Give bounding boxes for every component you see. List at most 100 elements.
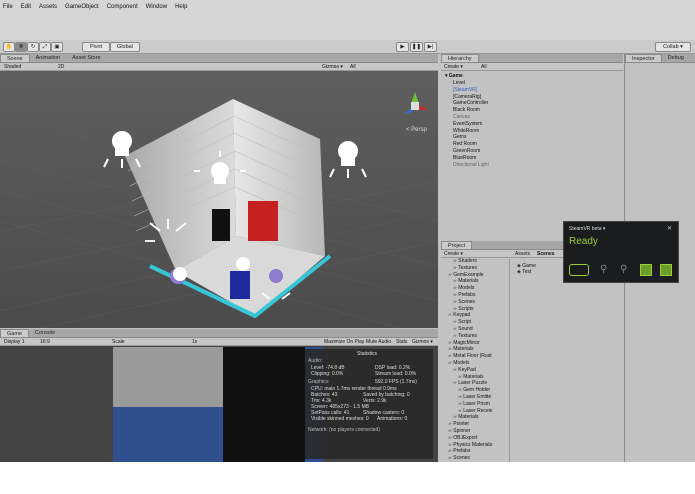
hierarchy-search-input[interactable]: All	[481, 64, 487, 70]
project-folder-item[interactable]: ▰ Prefabs	[453, 292, 475, 298]
project-folder-item[interactable]: ▰ Prefabs	[448, 448, 470, 454]
hierarchy-item[interactable]: [CameraRig]	[453, 94, 481, 100]
tab-animation[interactable]: Animation	[30, 54, 66, 62]
hierarchy-scene-root[interactable]: ▾ Game	[445, 73, 463, 79]
project-folder-item[interactable]: ▰ KeyPad	[453, 367, 476, 373]
project-folder-item[interactable]: ▰ Script	[453, 319, 471, 325]
hierarchy-item[interactable]: Level	[453, 80, 465, 86]
project-folder-item[interactable]: ▰ MagicMirror	[448, 340, 480, 346]
project-folder-item[interactable]: ▰ Metal Floor (Rust	[448, 353, 492, 359]
menu-component[interactable]: Component	[107, 4, 138, 10]
2d-toggle[interactable]: 2D	[58, 64, 64, 70]
project-folder-item[interactable]: ▰ Spinner	[448, 428, 470, 434]
project-folder-item[interactable]: ▰ Materials	[453, 414, 479, 420]
menu-gameobject[interactable]: GameObject	[65, 4, 99, 10]
tab-scene[interactable]: Scene	[0, 54, 30, 62]
maximize-on-play-toggle[interactable]: Maximize On Play	[324, 339, 364, 345]
folder-label: Textures	[458, 264, 478, 271]
scale-tool-button[interactable]: ⤢	[39, 42, 51, 52]
project-folder-item[interactable]: ▰ Gem Holder	[458, 387, 490, 393]
project-folder-item[interactable]: ▰ Laser Prism	[458, 401, 490, 407]
hierarchy-item[interactable]: [SteamVR]	[453, 87, 477, 93]
menu-edit[interactable]: Edit	[21, 4, 31, 10]
tab-asset-store[interactable]: Asset Store	[66, 54, 106, 62]
project-folder-item[interactable]: ▰ Scenes	[453, 299, 475, 305]
hierarchy-item[interactable]: WhiteRoom	[453, 128, 479, 134]
project-folder-item[interactable]: ▰ Models	[448, 360, 469, 366]
scene-gizmos-dropdown[interactable]: Gizmos ▾	[322, 64, 343, 70]
project-create-button[interactable]: Create ▾	[444, 251, 463, 257]
tab-hierarchy[interactable]: Hierarchy	[441, 54, 479, 62]
hierarchy-item[interactable]: GreenRoom	[453, 148, 480, 154]
tab-inspector[interactable]: Inspector	[625, 54, 662, 62]
hierarchy-item[interactable]: Canvas	[453, 114, 470, 120]
rect-tool-button[interactable]: ▣	[51, 42, 63, 52]
hierarchy-item[interactable]: Black Room	[453, 107, 480, 113]
menu-file[interactable]: File	[3, 4, 13, 10]
step-button[interactable]: ▶|	[424, 42, 437, 52]
project-folder-item[interactable]: ▰ Textures	[453, 265, 477, 271]
display-dropdown[interactable]: Display 1	[4, 339, 25, 345]
aspect-dropdown[interactable]: 16:9	[40, 339, 50, 345]
step-icon: ▶|	[427, 44, 434, 50]
tab-project[interactable]: Project	[441, 241, 473, 249]
folder-label: Materials	[453, 346, 474, 353]
rotate-tool-button[interactable]: ↻	[27, 42, 39, 52]
shading-mode-dropdown[interactable]: Shaded	[4, 64, 21, 70]
game-controls: Display 1 16:9 Scale 1x Maximize On Play…	[0, 338, 438, 346]
project-folder-item[interactable]: ▰ Materials	[448, 346, 474, 352]
steamvr-close-icon[interactable]: ✕	[667, 225, 672, 232]
menu-window[interactable]: Window	[146, 4, 167, 10]
folder-label: Script	[458, 319, 472, 326]
project-folder-item[interactable]: ▰ Materials	[453, 278, 479, 284]
stats-toggle[interactable]: Stats	[396, 339, 407, 345]
scene-viewport[interactable]: < Persp	[0, 71, 438, 328]
tab-console[interactable]: Console	[29, 329, 61, 337]
project-folder-item[interactable]: ▰ Pointer	[448, 421, 469, 427]
game-gizmos-dropdown[interactable]: Gizmos ▾	[412, 339, 433, 345]
project-folder-item[interactable]: ▰ Scripts	[453, 306, 474, 312]
project-folder-item[interactable]: ▰ Sound	[453, 326, 473, 332]
stats-fps: 592.0 FPS (1.7ms)	[375, 379, 417, 385]
project-folder-item[interactable]: ▰ Physics Materials	[448, 442, 492, 448]
menu-assets[interactable]: Assets	[39, 4, 57, 10]
breadcrumb-root[interactable]: Assets	[515, 251, 530, 257]
hierarchy-item[interactable]: Gems	[453, 134, 466, 140]
steamvr-title[interactable]: SteamVR beta ▾	[569, 226, 605, 232]
play-button[interactable]: ▶	[396, 42, 409, 52]
project-folder-item[interactable]: ▰ Laser Receiv	[458, 408, 492, 414]
tab-game[interactable]: Game	[0, 329, 29, 337]
hierarchy-item[interactable]: BlueRoom	[453, 155, 476, 161]
pause-button[interactable]: ❚❚	[410, 42, 423, 52]
mute-audio-toggle[interactable]: Mute Audio	[366, 339, 391, 345]
project-folder-item[interactable]: ▰ Shaders	[453, 258, 477, 264]
game-tabbar: Game Console	[0, 329, 438, 338]
project-folder-item[interactable]: ▰ Materials	[458, 374, 484, 380]
persp-label[interactable]: < Persp	[406, 127, 428, 133]
project-folder-item[interactable]: ▰ Keypad	[448, 312, 470, 318]
hand-tool-button[interactable]: ✋	[3, 42, 15, 52]
project-folder-item[interactable]: ▰ Models	[453, 285, 474, 291]
hierarchy-create-button[interactable]: Create ▾	[444, 64, 463, 70]
project-folder-item[interactable]: ▰ Textures	[453, 333, 477, 339]
base-station-1-icon	[640, 264, 652, 276]
project-folder-item[interactable]: ▰ GemExample	[448, 272, 484, 278]
hierarchy-item[interactable]: Directional Light	[453, 162, 489, 168]
scene-search-input[interactable]: All	[350, 64, 356, 70]
pivot-toggle[interactable]: Pivot	[82, 42, 110, 52]
global-toggle[interactable]: Global	[110, 42, 140, 52]
project-folder-item[interactable]: ▰ Laser Emitte	[458, 394, 491, 400]
tab-debug[interactable]: Debug	[662, 54, 690, 62]
hierarchy-item[interactable]: GameController	[453, 100, 488, 106]
project-folder-item[interactable]: ▰ Laser Puzzle	[453, 380, 487, 386]
menu-help[interactable]: Help	[175, 4, 187, 10]
hierarchy-item[interactable]: Red Room	[453, 141, 477, 147]
breadcrumb-leaf[interactable]: Scenes	[537, 251, 555, 257]
hierarchy-item[interactable]: EventSystem	[453, 121, 482, 127]
collab-button[interactable]: Collab ▾	[655, 42, 691, 52]
scene-file-test[interactable]: ◈ Test	[517, 269, 531, 275]
move-tool-button[interactable]: ✥	[15, 42, 27, 52]
folder-label: Laser Prism	[463, 400, 490, 407]
project-folder-item[interactable]: ▰ Scenes	[448, 455, 470, 461]
project-folder-item[interactable]: ▰ OBJExport	[448, 435, 477, 441]
